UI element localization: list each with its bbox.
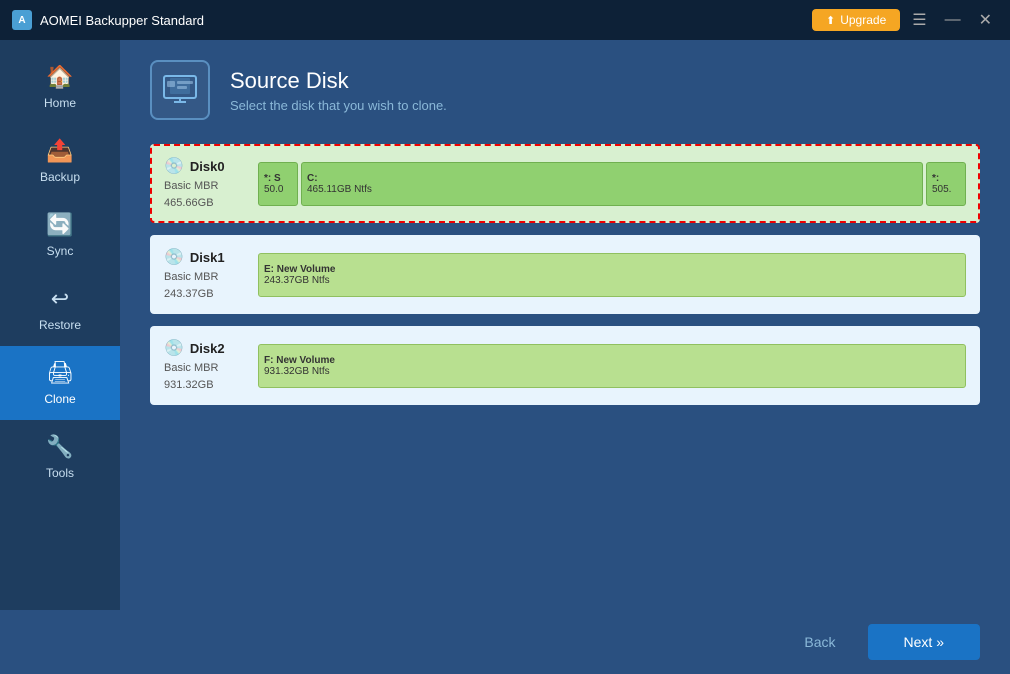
titlebar: A AOMEI Backupper Standard Upgrade ☰ — ✕ xyxy=(0,0,1010,40)
sidebar-item-sync[interactable]: 🔄 Sync xyxy=(0,198,120,272)
disk1-size: 243.37GB xyxy=(164,286,244,303)
page-header-text: Source Disk Select the disk that you wis… xyxy=(230,68,447,113)
next-button[interactable]: Next » xyxy=(868,624,980,660)
upgrade-button[interactable]: Upgrade xyxy=(812,9,900,31)
app-logo: A xyxy=(12,10,32,30)
content-area: Source Disk Select the disk that you wis… xyxy=(120,40,1010,610)
disk0-size: 465.66GB xyxy=(164,195,244,212)
page-header-icon xyxy=(150,60,210,120)
disk2-info: 💿 Disk2 Basic MBR 931.32GB xyxy=(164,338,244,393)
disk1-type: Basic MBR xyxy=(164,269,244,286)
titlebar-controls: Upgrade ☰ — ✕ xyxy=(812,8,998,32)
back-button[interactable]: Back xyxy=(784,626,855,658)
clone-icon: 🖨 xyxy=(46,360,74,386)
sync-icon: 🔄 xyxy=(46,212,73,238)
disk0-name-row: 💿 Disk0 xyxy=(164,156,244,176)
sidebar-label-restore: Restore xyxy=(39,318,81,332)
menu-icon[interactable]: ☰ xyxy=(906,8,932,32)
sidebar-label-clone: Clone xyxy=(44,392,75,406)
disk1-info: 💿 Disk1 Basic MBR 243.37GB xyxy=(164,247,244,302)
disk1-name: Disk1 xyxy=(190,250,225,265)
disk0-partition-sys: *: S 50.0 xyxy=(258,162,298,206)
disk0-type: Basic MBR xyxy=(164,178,244,195)
disk2-partition-f: F: New Volume 931.32GB Ntfs xyxy=(258,344,966,388)
disk1-meta: Basic MBR 243.37GB xyxy=(164,269,244,302)
disk0-partition-c: C: 465.11GB Ntfs xyxy=(301,162,923,206)
sidebar-label-sync: Sync xyxy=(47,244,74,258)
sidebar-label-tools: Tools xyxy=(46,466,74,480)
disk2-icon: 💿 xyxy=(164,338,184,358)
disk-row-disk0[interactable]: 💿 Disk0 Basic MBR 465.66GB *: S 50.0 C: xyxy=(150,144,980,223)
disk2-type: Basic MBR xyxy=(164,360,244,377)
sidebar-item-tools[interactable]: 🔧 Tools xyxy=(0,420,120,494)
main-layout: 🏠 Home 📤 Backup 🔄 Sync ↩ Restore 🖨 Clone… xyxy=(0,40,1010,610)
backup-icon: 📤 xyxy=(46,138,73,164)
app-title-area: A AOMEI Backupper Standard xyxy=(12,10,204,30)
app-title: AOMEI Backupper Standard xyxy=(40,13,204,28)
disk1-name-row: 💿 Disk1 xyxy=(164,247,244,267)
sidebar-label-home: Home xyxy=(44,96,76,110)
disk2-name-row: 💿 Disk2 xyxy=(164,338,244,358)
page-title: Source Disk xyxy=(230,68,447,94)
disk0-partition-end: *: 505. xyxy=(926,162,966,206)
sidebar-item-backup[interactable]: 📤 Backup xyxy=(0,124,120,198)
disk-row-disk2[interactable]: 💿 Disk2 Basic MBR 931.32GB F: New Volume… xyxy=(150,326,980,405)
close-icon[interactable]: ✕ xyxy=(973,8,998,32)
disk2-partitions: F: New Volume 931.32GB Ntfs xyxy=(258,342,966,390)
monitor-icon xyxy=(162,72,198,108)
disk0-name: Disk0 xyxy=(190,159,225,174)
disk0-info: 💿 Disk0 Basic MBR 465.66GB xyxy=(164,156,244,211)
disk-list: 💿 Disk0 Basic MBR 465.66GB *: S 50.0 C: xyxy=(150,144,980,590)
tools-icon: 🔧 xyxy=(46,434,73,460)
sidebar: 🏠 Home 📤 Backup 🔄 Sync ↩ Restore 🖨 Clone… xyxy=(0,40,120,610)
disk1-partitions: E: New Volume 243.37GB Ntfs xyxy=(258,251,966,299)
disk2-size: 931.32GB xyxy=(164,377,244,394)
sidebar-item-restore[interactable]: ↩ Restore xyxy=(0,272,120,346)
home-icon: 🏠 xyxy=(46,64,73,90)
sidebar-label-backup: Backup xyxy=(40,170,80,184)
sidebar-item-home[interactable]: 🏠 Home xyxy=(0,50,120,124)
sidebar-item-clone[interactable]: 🖨 Clone xyxy=(0,346,120,420)
page-header: Source Disk Select the disk that you wis… xyxy=(150,60,980,120)
disk0-partitions: *: S 50.0 C: 465.11GB Ntfs *: 505. xyxy=(258,160,966,208)
disk2-meta: Basic MBR 931.32GB xyxy=(164,360,244,393)
disk1-icon: 💿 xyxy=(164,247,184,267)
disk0-icon: 💿 xyxy=(164,156,184,176)
page-subtitle: Select the disk that you wish to clone. xyxy=(230,98,447,113)
disk2-name: Disk2 xyxy=(190,341,225,356)
minimize-icon[interactable]: — xyxy=(939,9,967,31)
restore-icon: ↩ xyxy=(51,286,69,312)
footer: Back Next » xyxy=(0,610,1010,674)
disk0-meta: Basic MBR 465.66GB xyxy=(164,178,244,211)
disk-row-disk1[interactable]: 💿 Disk1 Basic MBR 243.37GB E: New Volume… xyxy=(150,235,980,314)
disk1-partition-e: E: New Volume 243.37GB Ntfs xyxy=(258,253,966,297)
